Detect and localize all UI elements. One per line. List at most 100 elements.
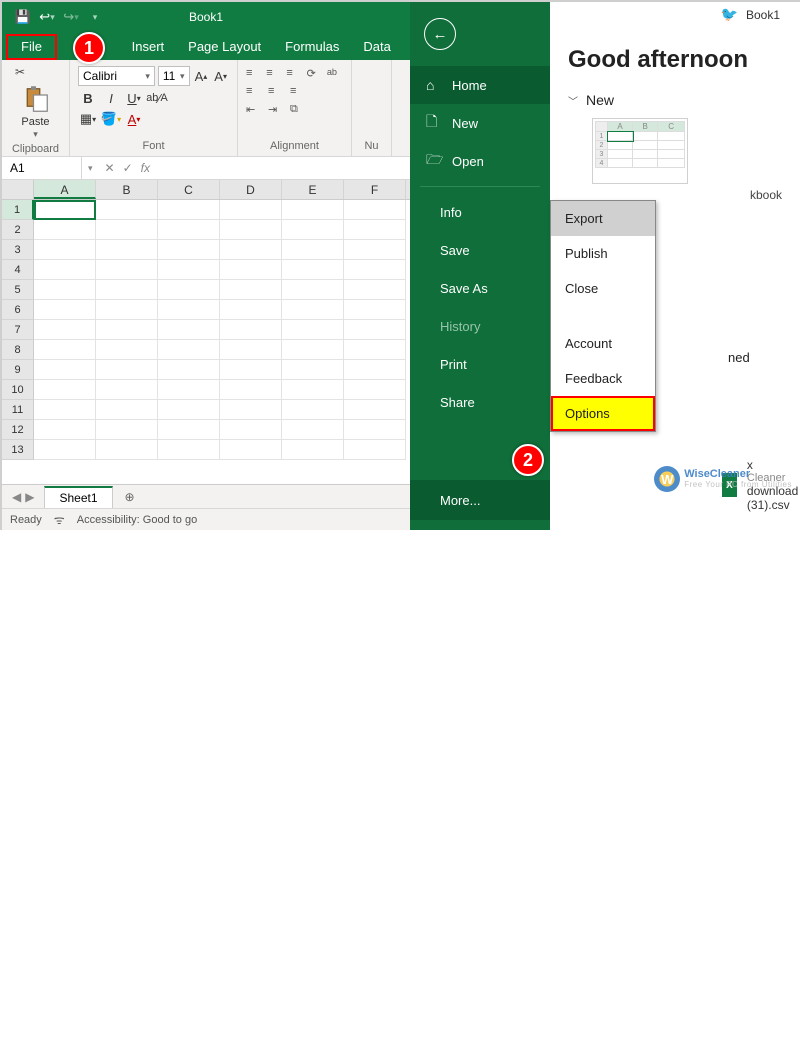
col-header[interactable]: D bbox=[220, 180, 282, 199]
cell[interactable] bbox=[158, 440, 220, 460]
popup-publish[interactable]: Publish bbox=[551, 236, 655, 271]
popup-feedback[interactable]: Feedback bbox=[551, 361, 655, 396]
align-left-icon[interactable]: ≡ bbox=[246, 85, 264, 99]
col-header[interactable]: C bbox=[158, 180, 220, 199]
increase-indent-icon[interactable]: ⇥ bbox=[268, 103, 286, 117]
add-sheet-icon[interactable]: ⊕ bbox=[119, 486, 141, 508]
row-header[interactable]: 9 bbox=[2, 360, 34, 380]
cell[interactable] bbox=[282, 280, 344, 300]
cell[interactable] bbox=[158, 260, 220, 280]
row-header[interactable]: 3 bbox=[2, 240, 34, 260]
align-middle-icon[interactable]: ≡ bbox=[266, 67, 282, 81]
borders-icon[interactable]: ▦▾ bbox=[78, 110, 98, 128]
cell[interactable] bbox=[344, 200, 406, 220]
cell[interactable] bbox=[220, 320, 282, 340]
cell[interactable] bbox=[158, 420, 220, 440]
decrease-font-icon[interactable]: A▾ bbox=[212, 67, 229, 85]
cut-icon[interactable]: ✂ bbox=[10, 63, 30, 81]
nav-home[interactable]: ⌂Home bbox=[410, 66, 550, 104]
row-header[interactable]: 13 bbox=[2, 440, 34, 460]
merge-icon[interactable]: ⧉ bbox=[290, 103, 308, 117]
save-icon[interactable]: 💾 bbox=[12, 6, 34, 28]
cell[interactable] bbox=[344, 360, 406, 380]
cell[interactable] bbox=[96, 380, 158, 400]
cell[interactable] bbox=[282, 340, 344, 360]
cell[interactable] bbox=[96, 240, 158, 260]
cell[interactable] bbox=[96, 360, 158, 380]
cell[interactable] bbox=[220, 440, 282, 460]
cell[interactable] bbox=[96, 340, 158, 360]
cell[interactable] bbox=[282, 200, 344, 220]
tab-file[interactable]: File bbox=[6, 34, 57, 60]
row-header[interactable]: 1 bbox=[2, 200, 34, 220]
fill-color-icon[interactable]: 🪣▾ bbox=[101, 110, 121, 128]
row-header[interactable]: 4 bbox=[2, 260, 34, 280]
status-display[interactable]: Dis bbox=[429, 509, 445, 1037]
tab-insert[interactable]: Insert bbox=[120, 34, 177, 60]
row-header[interactable]: 2 bbox=[2, 220, 34, 240]
cell[interactable] bbox=[34, 440, 96, 460]
cell[interactable] bbox=[344, 420, 406, 440]
qat-customize-icon[interactable]: ▾ bbox=[84, 6, 106, 28]
select-all-corner[interactable] bbox=[2, 180, 34, 199]
cell[interactable] bbox=[34, 340, 96, 360]
cell[interactable] bbox=[344, 300, 406, 320]
cell[interactable] bbox=[96, 320, 158, 340]
cell[interactable] bbox=[344, 380, 406, 400]
col-header[interactable]: B bbox=[96, 180, 158, 199]
align-top-icon[interactable]: ≡ bbox=[246, 67, 262, 81]
cell[interactable] bbox=[344, 340, 406, 360]
cell[interactable] bbox=[96, 440, 158, 460]
cell[interactable] bbox=[158, 280, 220, 300]
cell[interactable] bbox=[282, 300, 344, 320]
cell[interactable] bbox=[34, 220, 96, 240]
section-new[interactable]: ﹀New bbox=[568, 92, 782, 108]
cell[interactable] bbox=[34, 300, 96, 320]
align-bottom-icon[interactable]: ≡ bbox=[286, 67, 302, 81]
col-header[interactable]: E bbox=[282, 180, 344, 199]
cell[interactable] bbox=[96, 220, 158, 240]
row-header[interactable]: 5 bbox=[2, 280, 34, 300]
cell[interactable] bbox=[34, 260, 96, 280]
row-header[interactable]: 7 bbox=[2, 320, 34, 340]
cell[interactable] bbox=[34, 280, 96, 300]
row-header[interactable]: 8 bbox=[2, 340, 34, 360]
cell[interactable] bbox=[344, 320, 406, 340]
cell[interactable] bbox=[282, 380, 344, 400]
cell[interactable] bbox=[282, 360, 344, 380]
cell[interactable] bbox=[220, 280, 282, 300]
nav-print[interactable]: Print bbox=[410, 345, 550, 383]
tab-page-layout[interactable]: Page Layout bbox=[176, 34, 273, 60]
blank-workbook-thumb[interactable]: ABC 1 2 3 4 bbox=[592, 118, 688, 184]
italic-icon[interactable]: I bbox=[101, 89, 121, 107]
pinned-section[interactable]: ned bbox=[728, 350, 750, 365]
font-size-combo[interactable]: 11▾ bbox=[158, 66, 190, 86]
undo-icon[interactable]: ↩▾ bbox=[36, 6, 58, 28]
cell[interactable] bbox=[158, 340, 220, 360]
cell[interactable] bbox=[282, 420, 344, 440]
bold-icon[interactable]: B bbox=[78, 89, 98, 107]
underline-icon[interactable]: U▾ bbox=[124, 89, 144, 107]
accessibility-icon[interactable]: ᯤ bbox=[54, 511, 65, 528]
cell[interactable] bbox=[282, 440, 344, 460]
cell[interactable] bbox=[344, 440, 406, 460]
tab-data[interactable]: Data bbox=[351, 34, 402, 60]
wrap-text-icon[interactable]: ab bbox=[327, 67, 343, 81]
enter-formula-icon[interactable]: ✓ bbox=[123, 161, 133, 175]
row-header[interactable]: 10 bbox=[2, 380, 34, 400]
cell[interactable] bbox=[34, 420, 96, 440]
cell[interactable] bbox=[220, 400, 282, 420]
cell[interactable] bbox=[158, 320, 220, 340]
cell[interactable] bbox=[34, 360, 96, 380]
cell[interactable] bbox=[96, 280, 158, 300]
cell[interactable] bbox=[220, 340, 282, 360]
phonetic-icon[interactable]: ab⁄A bbox=[147, 89, 167, 107]
nav-new[interactable]: 🗋New bbox=[410, 104, 550, 142]
popup-options[interactable]: Options bbox=[551, 396, 655, 431]
cell[interactable] bbox=[282, 400, 344, 420]
cell[interactable] bbox=[282, 240, 344, 260]
popup-account[interactable]: Account bbox=[551, 326, 655, 361]
cell[interactable] bbox=[158, 220, 220, 240]
cell[interactable] bbox=[96, 420, 158, 440]
paste-label[interactable]: Paste bbox=[21, 116, 49, 128]
